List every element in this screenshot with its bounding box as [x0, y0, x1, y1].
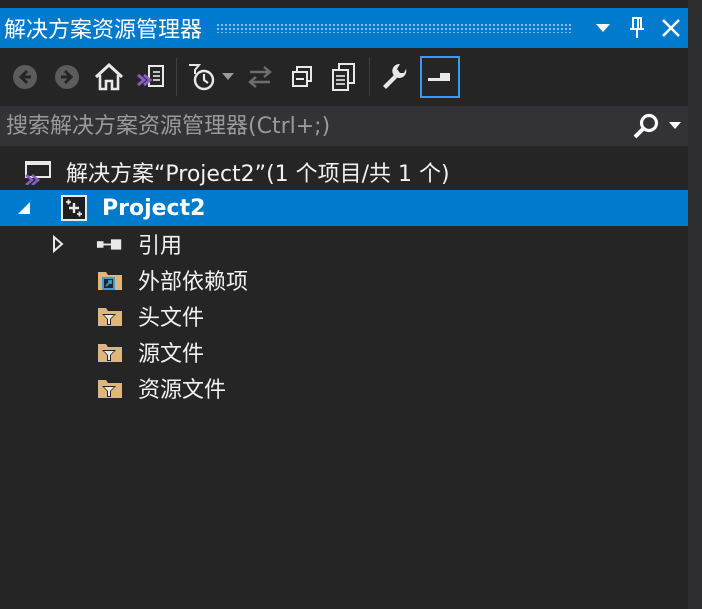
- tree-item-references[interactable]: 引用: [0, 226, 688, 262]
- tree-item-project[interactable]: Project2: [0, 190, 688, 226]
- panel-title: 解决方案资源管理器: [4, 18, 203, 43]
- triangle-down-icon: [669, 122, 681, 129]
- triangle-down-icon: [596, 24, 610, 32]
- back-button[interactable]: [4, 55, 46, 99]
- toolbar-separator: [176, 58, 177, 96]
- filter-folder-icon: [96, 334, 124, 370]
- dropdown-arrow-icon: [222, 73, 234, 80]
- filter-dropdown-button[interactable]: [217, 55, 239, 99]
- properties-button[interactable]: [374, 55, 416, 99]
- properties-wrench-icon: [383, 63, 407, 89]
- forward-button[interactable]: [46, 55, 88, 99]
- search-button[interactable]: [626, 106, 666, 146]
- vs-switch-view-icon: [137, 65, 164, 87]
- references-icon: [96, 226, 124, 262]
- toolbar: [0, 52, 688, 102]
- tree-item-label: 头文件: [138, 306, 205, 331]
- title-grip[interactable]: [216, 23, 572, 33]
- tree-item-label: 引用: [138, 234, 183, 259]
- tree-item-label: 资源文件: [138, 378, 227, 403]
- tree-item-label: 外部依赖项: [138, 270, 249, 295]
- tree-item-external-dependencies[interactable]: 外部依赖项: [0, 262, 688, 298]
- search-bar: [0, 106, 688, 146]
- collapsed-triangle-icon: [53, 235, 64, 253]
- solution-explorer-panel: 解决方案资源管理器 搜索解决方案资源管理器(Ctrl+;) 解决方案“Proje…: [0, 0, 688, 609]
- auto-hide-pin-button[interactable]: [620, 8, 654, 48]
- tree-item-solution[interactable]: 解决方案“Project2”(1 个项目/共 1 个): [0, 154, 688, 190]
- pending-changes-filter-button[interactable]: [187, 55, 217, 99]
- external-dependencies-folder-icon: [96, 262, 124, 298]
- cpp-project-icon: [60, 190, 88, 226]
- filter-folder-icon: [96, 370, 124, 406]
- expanded-triangle-icon: [18, 202, 30, 214]
- close-icon: [662, 19, 680, 37]
- search-options-button[interactable]: [666, 106, 684, 146]
- collapse-arrow[interactable]: [48, 226, 68, 262]
- back-icon: [13, 65, 37, 89]
- tree-item-source-files[interactable]: 源文件: [0, 334, 688, 370]
- show-all-files-button[interactable]: [323, 55, 365, 99]
- sync-active-document-icon: [248, 66, 272, 88]
- filter-folder-icon: [96, 298, 124, 334]
- forward-icon: [55, 65, 79, 89]
- expand-arrow[interactable]: [14, 190, 34, 226]
- window-edge: [688, 0, 702, 609]
- collapse-all-button[interactable]: [281, 55, 323, 99]
- collapse-all-icon: [292, 66, 312, 87]
- toolbar-separator: [369, 58, 370, 96]
- preview-selected-items-button[interactable]: [420, 56, 460, 98]
- pending-changes-filter-icon: [189, 64, 215, 91]
- tree-item-resource-files[interactable]: 资源文件: [0, 370, 688, 406]
- show-all-files-icon: [332, 63, 355, 91]
- search-input[interactable]: [0, 106, 626, 146]
- close-button[interactable]: [654, 8, 688, 48]
- title-bar: 解决方案资源管理器: [0, 8, 688, 48]
- switch-views-button[interactable]: [130, 55, 172, 99]
- home-icon: [94, 63, 124, 91]
- pin-icon: [630, 17, 644, 38]
- tree-item-label: 源文件: [138, 342, 205, 367]
- solution-icon: [24, 154, 52, 190]
- window-position-button[interactable]: [586, 8, 620, 48]
- sync-with-active-document-button[interactable]: [239, 55, 281, 99]
- project-label: Project2: [102, 195, 206, 221]
- tree-item-header-files[interactable]: 头文件: [0, 298, 688, 334]
- home-button[interactable]: [88, 55, 130, 99]
- search-icon: [633, 113, 659, 139]
- solution-label: 解决方案“Project2”(1 个项目/共 1 个): [66, 162, 450, 187]
- preview-selected-items-icon: [428, 73, 450, 81]
